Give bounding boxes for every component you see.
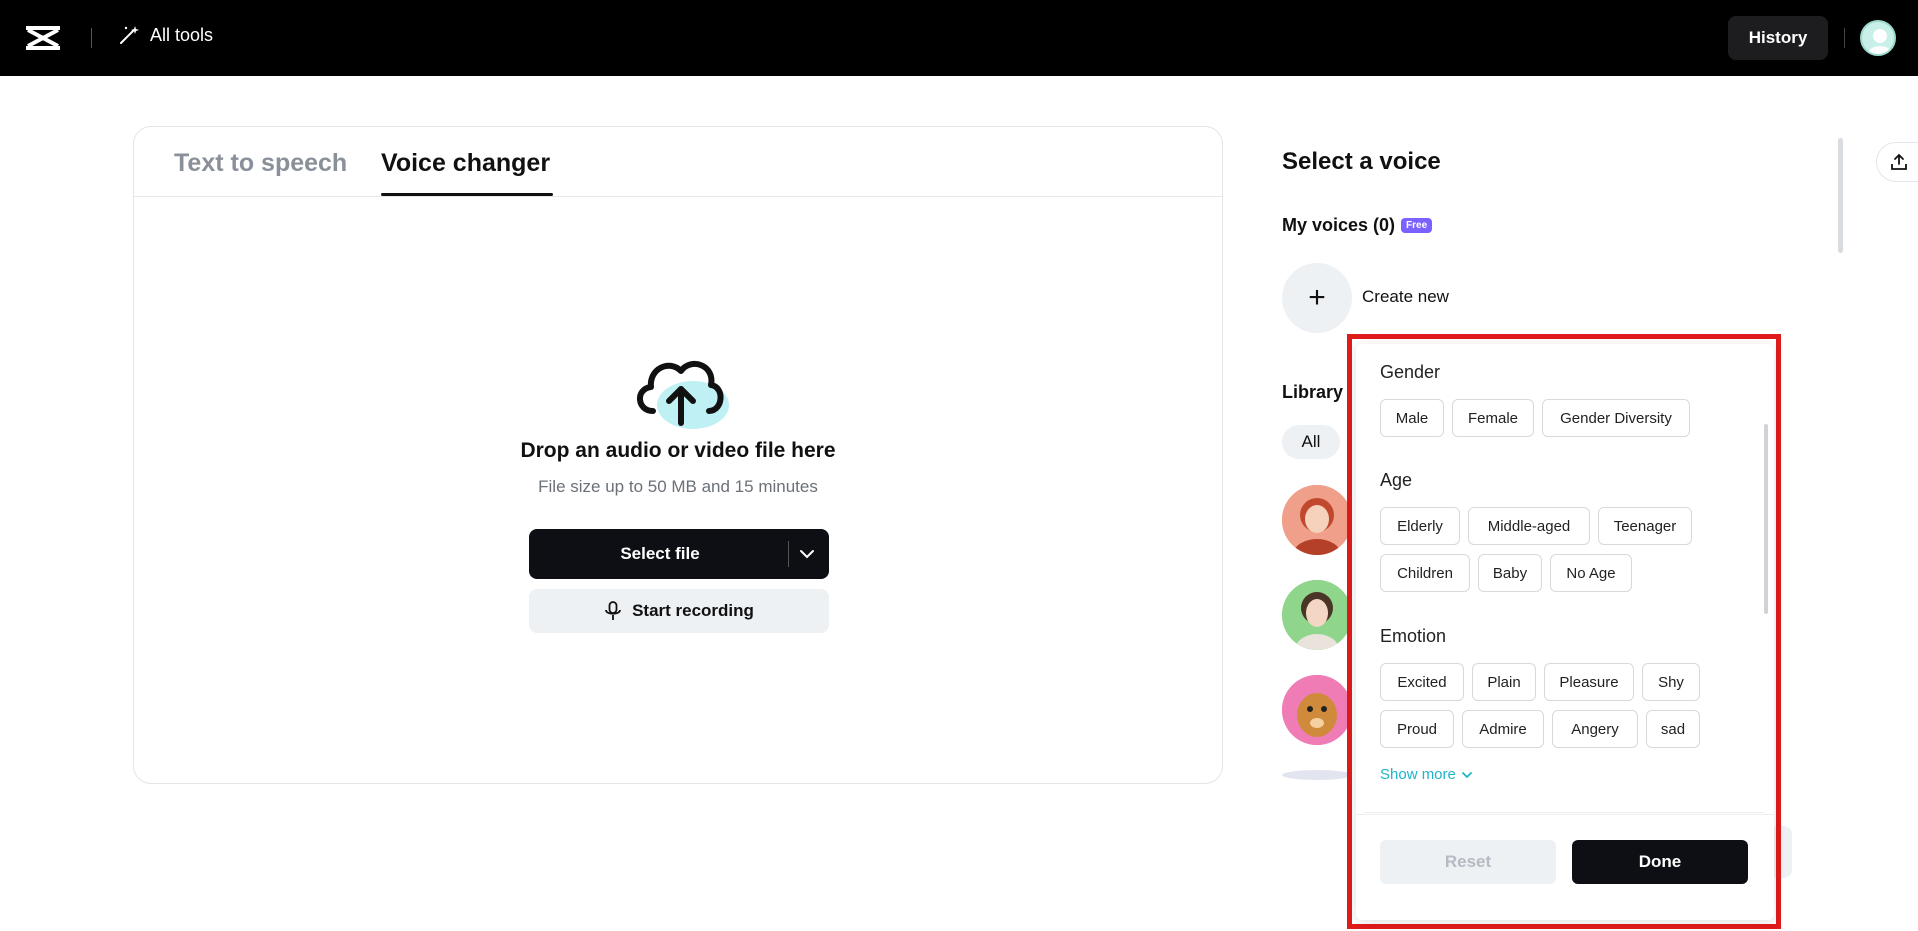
my-voices-label: My voices (0) xyxy=(1282,215,1396,235)
filter-footer-divider xyxy=(1356,814,1774,815)
library-heading: Library xyxy=(1282,382,1344,402)
voice-avatar[interactable] xyxy=(1282,675,1352,745)
start-recording-button[interactable]: Start recording xyxy=(529,589,829,633)
topbar-divider-right xyxy=(1844,28,1845,48)
active-tab-indicator xyxy=(381,193,553,196)
capcut-logo-icon[interactable] xyxy=(26,24,60,52)
create-new-label[interactable]: Create new xyxy=(1362,287,1449,307)
filter-scrollbar[interactable] xyxy=(1764,424,1768,614)
drop-zone-title: Drop an audio or video file here xyxy=(520,439,836,462)
user-avatar-icon xyxy=(1867,29,1893,54)
all-tools-button[interactable]: All tools xyxy=(118,24,213,46)
history-button[interactable]: History xyxy=(1728,16,1828,60)
filter-chip-angery[interactable]: Angery xyxy=(1552,710,1638,748)
drop-zone-subtitle: File size up to 50 MB and 15 minutes xyxy=(538,477,818,496)
magic-wand-icon xyxy=(120,26,139,44)
woman-portrait-icon xyxy=(1282,580,1352,650)
filter-chip-plain[interactable]: Plain xyxy=(1472,663,1536,701)
tab-text-to-speech[interactable]: Text to speech xyxy=(174,149,347,178)
my-voices-heading: My voices (0) Free xyxy=(1282,215,1433,236)
emotion-section-title: Emotion xyxy=(1380,626,1447,646)
voice-changer-card: Text to speech Voice changer Drop an aud… xyxy=(133,126,1223,784)
chevron-down-icon xyxy=(1461,771,1472,778)
topbar-divider xyxy=(91,28,92,48)
voice-list-scrollbar[interactable] xyxy=(1838,138,1843,253)
top-bar: All tools History xyxy=(0,0,1918,76)
cloud-upload-icon xyxy=(637,361,729,429)
filter-chip-elderly[interactable]: Elderly xyxy=(1380,507,1460,545)
filter-chip-admire[interactable]: Admire xyxy=(1462,710,1544,748)
voice-avatar[interactable] xyxy=(1282,770,1352,780)
age-section-title: Age xyxy=(1380,470,1413,490)
start-recording-label: Start recording xyxy=(632,601,754,620)
free-badge: Free xyxy=(1401,218,1433,233)
filter-chip-teenager[interactable]: Teenager xyxy=(1598,507,1692,545)
filter-chip-excited[interactable]: Excited xyxy=(1380,663,1464,701)
select-file-button[interactable]: Select file xyxy=(529,529,829,579)
all-tools-label: All tools xyxy=(150,24,214,45)
filter-chip-shy[interactable]: Shy xyxy=(1642,663,1700,701)
filter-chip-no-age[interactable]: No Age xyxy=(1550,554,1632,592)
plus-icon: + xyxy=(1308,281,1326,314)
show-more-label: Show more xyxy=(1380,766,1456,783)
chevron-down-icon[interactable] xyxy=(797,544,817,564)
filter-chip-gender-diversity[interactable]: Gender Diversity xyxy=(1542,399,1690,437)
tab-voice-changer[interactable]: Voice changer xyxy=(381,149,550,178)
voice-filter-panel: Gender Male Female Gender Diversity Age … xyxy=(1356,344,1774,920)
upload-tray-icon xyxy=(1891,153,1907,170)
user-avatar[interactable] xyxy=(1860,20,1896,56)
filter-chip-proud[interactable]: Proud xyxy=(1380,710,1454,748)
done-button[interactable]: Done xyxy=(1572,840,1748,884)
filter-chip-sad[interactable]: sad xyxy=(1646,710,1700,748)
voice-avatar[interactable] xyxy=(1282,485,1352,555)
side-upload-button[interactable] xyxy=(1876,142,1918,182)
select-file-label: Select file xyxy=(620,544,700,563)
microphone-icon xyxy=(605,601,621,620)
filter-chip-baby[interactable]: Baby xyxy=(1478,554,1542,592)
create-new-voice-button[interactable]: + xyxy=(1282,263,1352,333)
tab-bar: Text to speech Voice changer xyxy=(134,127,1222,197)
woman-portrait-icon xyxy=(1282,485,1352,555)
show-more-link[interactable]: Show more xyxy=(1380,766,1474,783)
filter-horizontal-scrollbar[interactable] xyxy=(1364,812,1764,813)
filter-chip-middle-aged[interactable]: Middle-aged xyxy=(1468,507,1590,545)
reset-button[interactable]: Reset xyxy=(1380,840,1556,884)
filter-chip-female[interactable]: Female xyxy=(1452,399,1534,437)
select-voice-title: Select a voice xyxy=(1282,148,1441,175)
filter-chip-male[interactable]: Male xyxy=(1380,399,1444,437)
cartoon-lion-icon xyxy=(1282,675,1352,745)
library-filter-all[interactable]: All xyxy=(1282,425,1340,459)
filter-chip-children[interactable]: Children xyxy=(1380,554,1470,592)
filter-chip-pleasure[interactable]: Pleasure xyxy=(1544,663,1634,701)
gender-section-title: Gender xyxy=(1380,362,1441,382)
voice-avatar[interactable] xyxy=(1282,580,1352,650)
select-file-divider xyxy=(788,541,789,567)
